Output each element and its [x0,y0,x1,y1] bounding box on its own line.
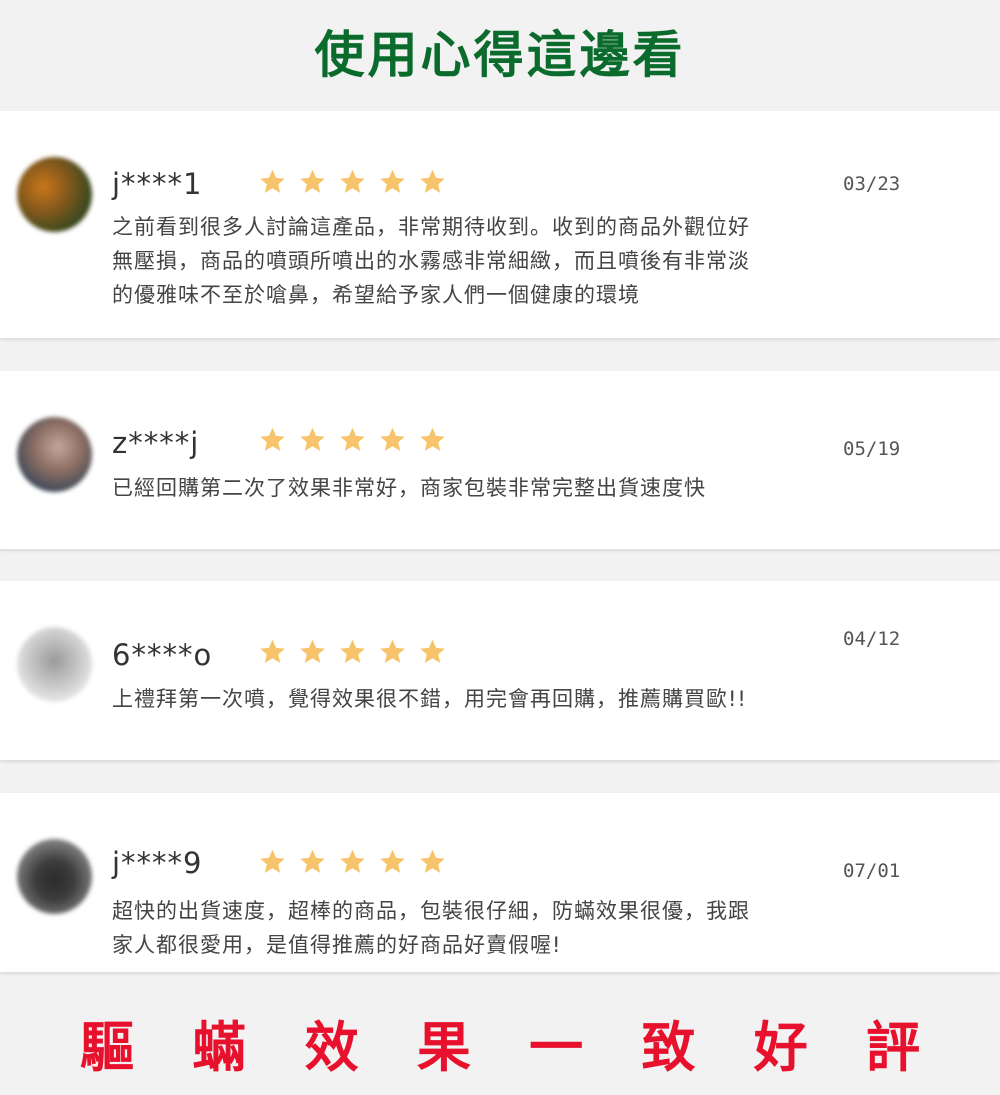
avatar [17,627,92,702]
star-icon [380,169,405,193]
review-card: j****1 03/23 之前看到很多人討論這產品，非常期待收到。收到的商品外觀… [0,111,1000,338]
star-rating [258,168,447,196]
star-rating [258,426,447,454]
slogan-char: 果 [416,1016,471,1079]
slogan-char: 好 [753,1016,808,1079]
slogan-char: 致 [641,1016,696,1079]
star-icon [260,639,285,663]
review-username: 6****o [112,638,213,672]
review-date: 07/01 [843,860,901,882]
star-icon [420,169,445,193]
review-date: 04/12 [843,628,901,650]
star-icon [300,849,325,873]
review-username: j****9 [112,846,203,880]
review-text-line: 超快的出貨速度，超棒的商品，包裝很仔細，防蟎效果很優，我跟 [112,899,750,923]
review-text-line: 家人都很愛用，是值得推薦的好商品好賣假喔! [112,933,562,957]
star-icon [380,849,405,873]
slogan-char: 效 [304,1016,359,1079]
slogan-char: 驅 [80,1016,134,1079]
star-icon [340,427,365,451]
review-text: 超快的出貨速度，超棒的商品，包裝很仔細，防蟎效果很優，我跟 家人都很愛用，是值得… [112,894,852,962]
star-rating [258,638,447,666]
slogan-char: 評 [865,1016,920,1079]
review-date: 05/19 [843,438,901,460]
review-card: 6****o 04/12 上禮拜第一次噴，覺得效果很不錯，用完會再回購，推薦購買… [0,581,1000,760]
star-icon [340,849,365,873]
star-icon [300,639,325,663]
star-icon [420,849,445,873]
review-text: 上禮拜第一次噴，覺得效果很不錯，用完會再回購，推薦購買歐!! [112,682,852,716]
star-icon [300,427,325,451]
star-icon [260,849,285,873]
star-icon [260,169,285,193]
review-text-line: 之前看到很多人討論這產品，非常期待收到。收到的商品外觀位好 [112,215,750,239]
avatar [17,417,92,492]
star-icon [380,639,405,663]
review-date: 03/23 [843,173,901,195]
review-text: 已經回購第二次了效果非常好，商家包裝非常完整出貨速度快 [112,471,852,505]
avatar [17,157,92,232]
star-icon [260,427,285,451]
star-icon [300,169,325,193]
star-icon [380,427,405,451]
review-text-line: 無壓損，商品的噴頭所噴出的水霧感非常細緻，而且噴後有非常淡 [112,249,750,273]
review-text-line: 已經回購第二次了效果非常好，商家包裝非常完整出貨速度快 [112,476,706,500]
footer-slogan: 驅 蟎 效 果 一 致 好 評 [0,1015,1000,1081]
slogan-char: 一 [529,1016,584,1079]
star-icon [340,639,365,663]
star-icon [340,169,365,193]
review-card: z****j 05/19 已經回購第二次了效果非常好，商家包裝非常完整出貨速度快 [0,371,1000,549]
review-username: j****1 [112,167,203,201]
review-text-line: 上禮拜第一次噴，覺得效果很不錯，用完會再回購，推薦購買歐!! [112,687,747,711]
review-username: z****j [112,426,200,460]
review-text-line: 的優雅味不至於嗆鼻，希望給予家人們一個健康的環境 [112,283,640,307]
review-card: j****9 07/01 超快的出貨速度，超棒的商品，包裝很仔細，防蟎效果很優，… [0,793,1000,972]
star-icon [420,427,445,451]
page-title: 使用心得這邊看 [314,26,686,84]
avatar [17,839,92,914]
slogan-char: 蟎 [192,1016,247,1079]
star-rating [258,848,447,876]
review-text: 之前看到很多人討論這產品，非常期待收到。收到的商品外觀位好 無壓損，商品的噴頭所… [112,210,852,312]
star-icon [420,639,445,663]
